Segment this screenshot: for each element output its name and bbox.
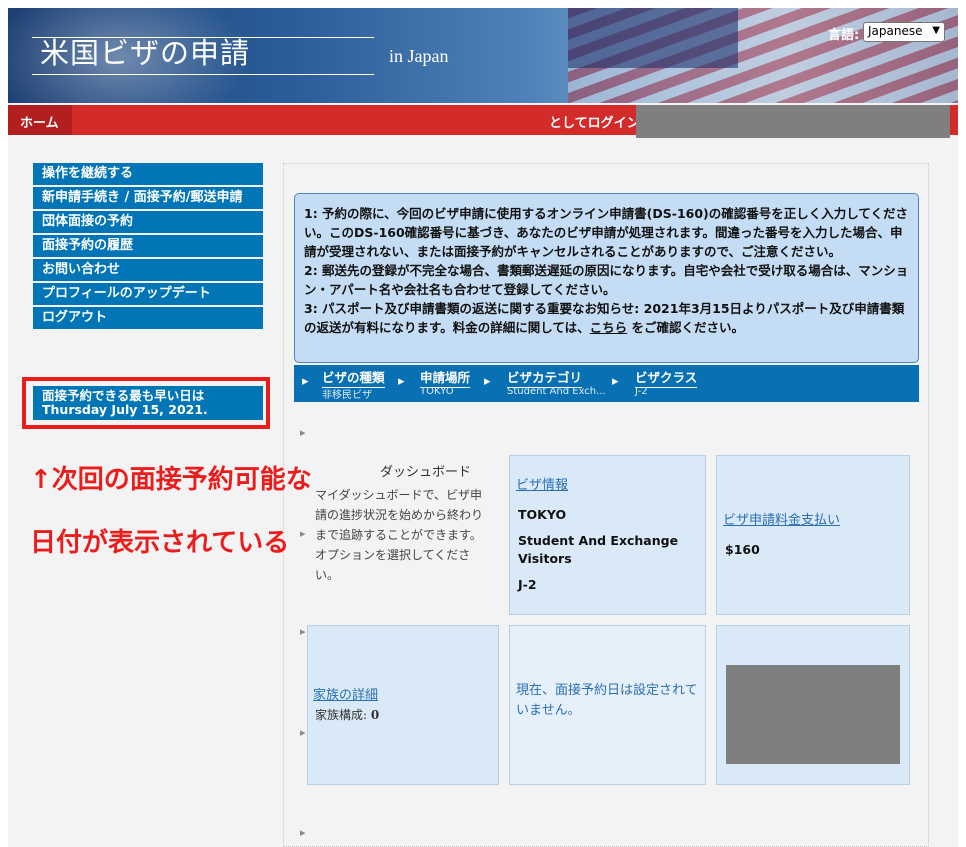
application-breadcrumbs: ▸ ビザの種類 非移民ビザ ▸ 申請場所 TOKYO ▸ ビザカテゴリ Stud… xyxy=(294,365,919,402)
dashboard-description: マイダッシュボードで、ビザ申請の進捗状況を始めから終わりまで追跡することができま… xyxy=(315,488,484,582)
menu-item-appointment-history[interactable]: 面接予約の履歴 xyxy=(33,235,263,257)
nav-home-tab[interactable]: ホーム xyxy=(8,105,72,135)
appointment-status-text: 現在、面接予約日は設定されていません。 xyxy=(516,683,698,718)
crumb-class-label: ビザクラス xyxy=(635,367,698,388)
chevron-right-icon: ▸ xyxy=(300,826,306,839)
menu-item-update-profile[interactable]: プロフィールのアップデート xyxy=(33,283,263,305)
menu-item-new-application[interactable]: 新申請手続き / 面接予約/郵送申請 xyxy=(33,187,263,209)
visa-info-class: J-2 xyxy=(518,577,537,592)
site-subtitle: in Japan xyxy=(389,46,449,66)
menu-item-continue[interactable]: 操作を継続する xyxy=(33,163,263,185)
fee-payment-card xyxy=(716,455,910,615)
visa-info-link[interactable]: ビザ情報 xyxy=(516,474,568,493)
fee-details-link[interactable]: こちら xyxy=(590,320,628,335)
chevron-right-icon: ▸ xyxy=(398,374,405,389)
annotation-text-line-1: ↑次回の面接予約可能な xyxy=(30,465,312,495)
crumb-category-label: ビザカテゴリ xyxy=(507,367,583,388)
flag-stars xyxy=(568,8,738,68)
title-rule-bottom xyxy=(32,74,374,75)
chevron-right-icon: ▸ xyxy=(300,625,306,638)
site-title: 米国ビザの申請 xyxy=(40,36,251,70)
sidebar-menu: 操作を継続する 新申請手続き / 面接予約/郵送申請 団体面接の予約 面接予約の… xyxy=(33,163,263,331)
chevron-down-icon: ▼ xyxy=(932,25,940,36)
chevron-right-icon: ▸ xyxy=(484,374,491,389)
crumb-location-label: 申請場所 xyxy=(420,367,471,388)
fee-amount: $160 xyxy=(725,542,760,557)
crumb-location-value: TOKYO xyxy=(420,386,454,397)
crumb-visa-type-label: ビザの種類 xyxy=(322,367,385,388)
family-details-card xyxy=(307,625,499,785)
fee-payment-link[interactable]: ビザ申請料金支払い xyxy=(723,509,840,528)
chevron-right-icon: ▸ xyxy=(300,426,306,439)
crumb-category-value: Student And Exch... xyxy=(507,386,606,397)
logged-in-as-label: としてログイン xyxy=(549,116,640,131)
notice-box: 1: 予約の際に、今回のビザ申請に使用するオンライン申請書(DS-160)の確認… xyxy=(294,193,919,363)
notice-item-3: 3: パスポート及び申請書類の返送に関する重要なお知らせ: 2021年3月15日… xyxy=(304,299,910,337)
visa-info-category: Student And Exchange Visitors xyxy=(518,533,679,566)
language-select[interactable]: Japanese ▼ xyxy=(863,22,945,42)
family-count-row: 家族構成: 0 xyxy=(315,706,379,723)
annotation-text-line-2: 日付が表示されている xyxy=(30,528,290,558)
annotation-highlight-box xyxy=(22,377,270,429)
family-details-link[interactable]: 家族の詳細 xyxy=(313,684,378,703)
nav-home-label: ホーム xyxy=(20,116,59,131)
dashboard-title: ダッシュボード xyxy=(380,465,472,480)
crumb-visa-type-value: 非移民ビザ xyxy=(322,390,372,401)
redacted-content xyxy=(726,665,900,764)
chevron-right-icon: ▸ xyxy=(300,726,306,739)
menu-item-group-appointment[interactable]: 団体面接の予約 xyxy=(33,211,263,233)
family-count-label: 家族構成: xyxy=(315,708,368,722)
notice-item-2: 2: 郵送先の登録が不完全な場合、書類郵送遅延の原因になります。自宅や会社で受け… xyxy=(304,263,909,297)
menu-item-logout[interactable]: ログアウト xyxy=(33,307,263,329)
language-label: 言語: xyxy=(828,28,860,43)
chevron-right-icon: ▸ xyxy=(612,374,619,389)
crumb-class-value: J-2 xyxy=(635,386,648,397)
redacted-username xyxy=(636,105,950,138)
chevron-right-icon: ▸ xyxy=(300,527,306,540)
notice-item-3-tail: をご確認ください。 xyxy=(631,320,745,335)
visa-info-location: TOKYO xyxy=(518,507,567,522)
menu-item-contact[interactable]: お問い合わせ xyxy=(33,259,263,281)
notice-item-1: 1: 予約の際に、今回のビザ申請に使用するオンライン申請書(DS-160)の確認… xyxy=(304,206,909,259)
chevron-right-icon: ▸ xyxy=(302,374,309,389)
language-select-value: Japanese xyxy=(868,24,923,38)
family-count-value: 0 xyxy=(370,708,380,722)
